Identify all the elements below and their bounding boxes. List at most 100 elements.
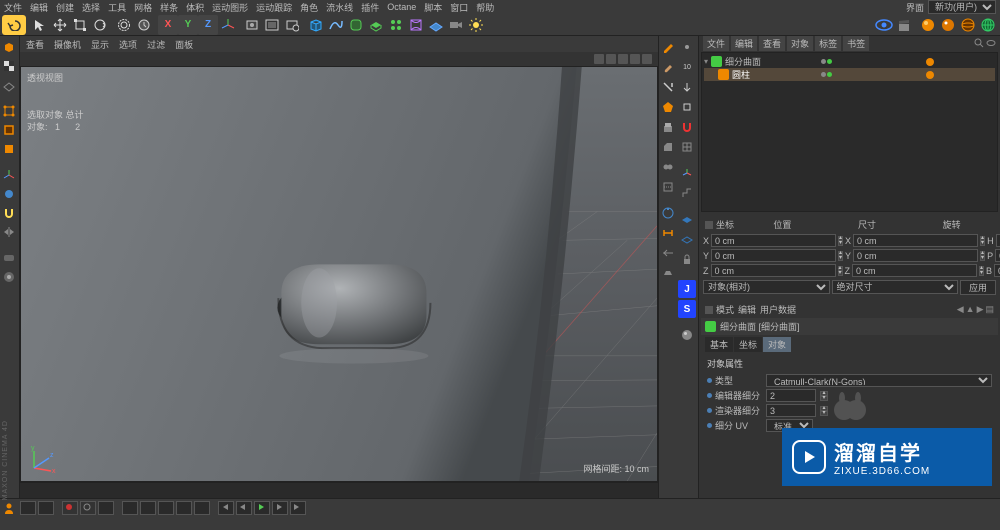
attr-nav-up[interactable]: ▲ bbox=[966, 304, 975, 315]
rt2-magnet[interactable] bbox=[678, 118, 696, 136]
tree-collapse-icon[interactable]: ▾ bbox=[704, 57, 708, 66]
tool-move[interactable] bbox=[50, 15, 70, 35]
prim-camera[interactable] bbox=[446, 15, 466, 35]
spinner[interactable]: ▴▾ bbox=[980, 251, 985, 261]
tool-lastused[interactable] bbox=[114, 15, 134, 35]
spinner[interactable]: ▴▾ bbox=[838, 236, 843, 246]
tl-param[interactable] bbox=[176, 501, 192, 515]
spinner[interactable]: ▴▾ bbox=[820, 391, 828, 401]
axis-y-lock[interactable]: Y bbox=[178, 15, 198, 35]
rt-pen[interactable] bbox=[659, 38, 677, 56]
tl-rot[interactable] bbox=[158, 501, 174, 515]
attr-subtab-basic[interactable]: 基本 bbox=[705, 337, 733, 352]
tool-history[interactable] bbox=[134, 15, 154, 35]
ball-globe[interactable] bbox=[978, 15, 998, 35]
menu-edit[interactable]: 编辑 bbox=[30, 1, 48, 14]
mode-points[interactable] bbox=[0, 102, 18, 120]
attr-subrender-input[interactable] bbox=[766, 404, 816, 417]
undo-button[interactable] bbox=[2, 15, 26, 35]
attr-nav-fwd[interactable]: ▶ bbox=[977, 304, 984, 315]
tl-btn-2[interactable] bbox=[38, 501, 54, 515]
clapper[interactable] bbox=[894, 15, 914, 35]
om-tab-view[interactable]: 查看 bbox=[759, 36, 785, 51]
om-tab-file[interactable]: 文件 bbox=[703, 36, 729, 51]
vp-menu-filter[interactable]: 过滤 bbox=[147, 38, 165, 51]
coord-z-size[interactable] bbox=[852, 264, 977, 277]
coord-x-size[interactable] bbox=[853, 234, 978, 247]
attr-subtab-coord[interactable]: 坐标 bbox=[734, 337, 762, 352]
rt2-j[interactable]: J bbox=[678, 280, 696, 298]
rt-bridge[interactable] bbox=[659, 224, 677, 242]
vp-menu-options[interactable]: 选项 bbox=[119, 38, 137, 51]
rt2-quant[interactable] bbox=[678, 184, 696, 202]
menu-plugins[interactable]: 插件 bbox=[361, 1, 379, 14]
rt2-axis[interactable] bbox=[678, 164, 696, 182]
mode-model[interactable] bbox=[0, 38, 18, 56]
prim-subdiv[interactable] bbox=[346, 15, 366, 35]
tool-live-select[interactable] bbox=[30, 15, 50, 35]
content-browser[interactable] bbox=[874, 15, 894, 35]
prim-spline[interactable] bbox=[326, 15, 346, 35]
rt-iron[interactable] bbox=[659, 264, 677, 282]
menu-volume[interactable]: 体积 bbox=[186, 1, 204, 14]
snap-toggle[interactable] bbox=[0, 204, 18, 222]
attr-subtab-object[interactable]: 对象 bbox=[763, 337, 791, 352]
rt-loop[interactable] bbox=[659, 204, 677, 222]
rt2-lock[interactable] bbox=[678, 250, 696, 268]
prim-light[interactable] bbox=[466, 15, 486, 35]
spinner[interactable]: ▴▾ bbox=[838, 266, 843, 276]
people-icon[interactable] bbox=[4, 502, 18, 514]
spinner[interactable]: ▴▾ bbox=[979, 266, 984, 276]
menu-select[interactable]: 选择 bbox=[82, 1, 100, 14]
axis-toggle[interactable] bbox=[0, 166, 18, 184]
coord-z-pos[interactable] bbox=[711, 264, 836, 277]
om-tab-edit[interactable]: 编辑 bbox=[731, 36, 757, 51]
attr-subeditor-input[interactable] bbox=[766, 389, 816, 402]
prim-cube[interactable] bbox=[306, 15, 326, 35]
attr-nav-menu[interactable]: ▤ bbox=[985, 304, 994, 315]
tl-auto[interactable] bbox=[98, 501, 114, 515]
menu-script[interactable]: 脚本 bbox=[424, 1, 442, 14]
vp-menu-display[interactable]: 显示 bbox=[91, 38, 109, 51]
om-tab-objects[interactable]: 对象 bbox=[787, 36, 813, 51]
coord-x-pos[interactable] bbox=[711, 234, 836, 247]
mode-texture[interactable] bbox=[0, 57, 18, 75]
vp-nav-pan[interactable] bbox=[606, 54, 616, 64]
menu-pipeline[interactable]: 流水线 bbox=[326, 1, 353, 14]
spinner[interactable]: ▴▾ bbox=[838, 251, 843, 261]
rt2-plane2[interactable] bbox=[678, 230, 696, 248]
tl-rec[interactable] bbox=[62, 501, 78, 515]
vp-nav-zoom[interactable] bbox=[618, 54, 628, 64]
material-bar[interactable] bbox=[20, 482, 658, 498]
attr-tab-edit[interactable]: 编辑 bbox=[738, 303, 756, 316]
rt2-4[interactable] bbox=[678, 98, 696, 116]
menu-tracking[interactable]: 运动跟踪 bbox=[256, 1, 292, 14]
rt2-ball[interactable] bbox=[678, 326, 696, 344]
vp-nav-orbit[interactable] bbox=[630, 54, 640, 64]
phong-tag-icon[interactable] bbox=[925, 70, 935, 80]
attr-type-dropdown[interactable]: Catmull-Clark(N-Gons) bbox=[766, 374, 992, 387]
menu-window[interactable]: 窗口 bbox=[450, 1, 468, 14]
tweak-mode[interactable] bbox=[0, 249, 18, 267]
om-tab-tags[interactable]: 标签 bbox=[815, 36, 841, 51]
tl-pla[interactable] bbox=[194, 501, 210, 515]
attr-tab-userdata[interactable]: 用户数据 bbox=[760, 303, 796, 316]
rt2-s[interactable]: S bbox=[678, 300, 696, 318]
mode-edges[interactable] bbox=[0, 121, 18, 139]
symmetry-toggle[interactable] bbox=[0, 223, 18, 241]
menu-octane[interactable]: Octane bbox=[387, 2, 416, 12]
coord-mode2[interactable]: 绝对尺寸 bbox=[832, 280, 959, 294]
vp-nav-home[interactable] bbox=[594, 54, 604, 64]
coord-y-size[interactable] bbox=[853, 249, 978, 262]
rt2-plane1[interactable] bbox=[678, 210, 696, 228]
vp-menu-view[interactable]: 查看 bbox=[26, 38, 44, 51]
menu-spline[interactable]: 样条 bbox=[160, 1, 178, 14]
render-picture[interactable] bbox=[262, 15, 282, 35]
tl-next[interactable] bbox=[272, 501, 288, 515]
rt-bevel[interactable] bbox=[659, 138, 677, 156]
ball-2[interactable] bbox=[938, 15, 958, 35]
attr-nav-back[interactable]: ◀ bbox=[957, 304, 964, 315]
rt2-2[interactable]: 10 bbox=[678, 58, 696, 76]
coords-world[interactable] bbox=[218, 15, 238, 35]
prim-floor[interactable] bbox=[426, 15, 446, 35]
